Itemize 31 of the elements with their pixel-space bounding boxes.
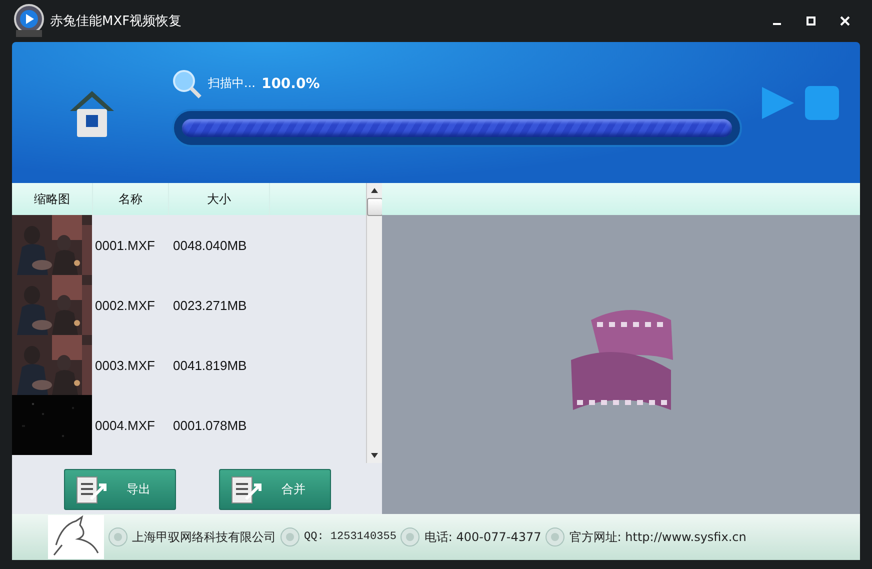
file-size: 0001.078MB (172, 418, 248, 432)
column-header[interactable]: 名称 (93, 183, 169, 215)
document-arrow-icon (74, 474, 108, 504)
scan-percent: 100.0% (261, 76, 320, 92)
file-name: 0003.MXF (94, 358, 156, 372)
scrollbar[interactable] (366, 183, 382, 463)
export-button[interactable]: 导出 (64, 469, 176, 510)
scan-status: 扫描中... (208, 75, 256, 92)
file-name: 0004.MXF (94, 418, 156, 432)
website-link[interactable]: 官方网址: http://www.sysfix.cn (569, 528, 746, 546)
file-size: 0048.040MB (172, 238, 248, 252)
window-title: 赤兔佳能MXF视频恢复 (50, 13, 183, 30)
search-icon (172, 68, 202, 98)
company-name: 上海甲驭网络科技有限公司 (132, 528, 276, 546)
minimize-icon (773, 23, 781, 25)
horse-logo-icon (48, 515, 104, 559)
file-size: 0023.271MB (172, 298, 248, 312)
file-size: 0041.819MB (172, 358, 248, 372)
document-arrow-icon (230, 474, 264, 504)
scroll-down-icon[interactable] (371, 453, 378, 458)
phone-number: 电话: 400-077-4377 (424, 528, 542, 546)
scroll-thumb[interactable] (366, 198, 382, 216)
column-header[interactable]: 大小 (169, 183, 270, 215)
maximize-icon (806, 16, 816, 26)
file-name: 0001.MXF (94, 238, 156, 252)
merge-button[interactable]: 合并 (218, 469, 330, 510)
scroll-up-icon[interactable] (371, 188, 378, 193)
close-icon (840, 16, 850, 26)
qq-number: QQ: 1253140355 (304, 531, 396, 543)
file-name: 0002.MXF (94, 298, 156, 312)
app-logo-icon (12, 4, 46, 38)
